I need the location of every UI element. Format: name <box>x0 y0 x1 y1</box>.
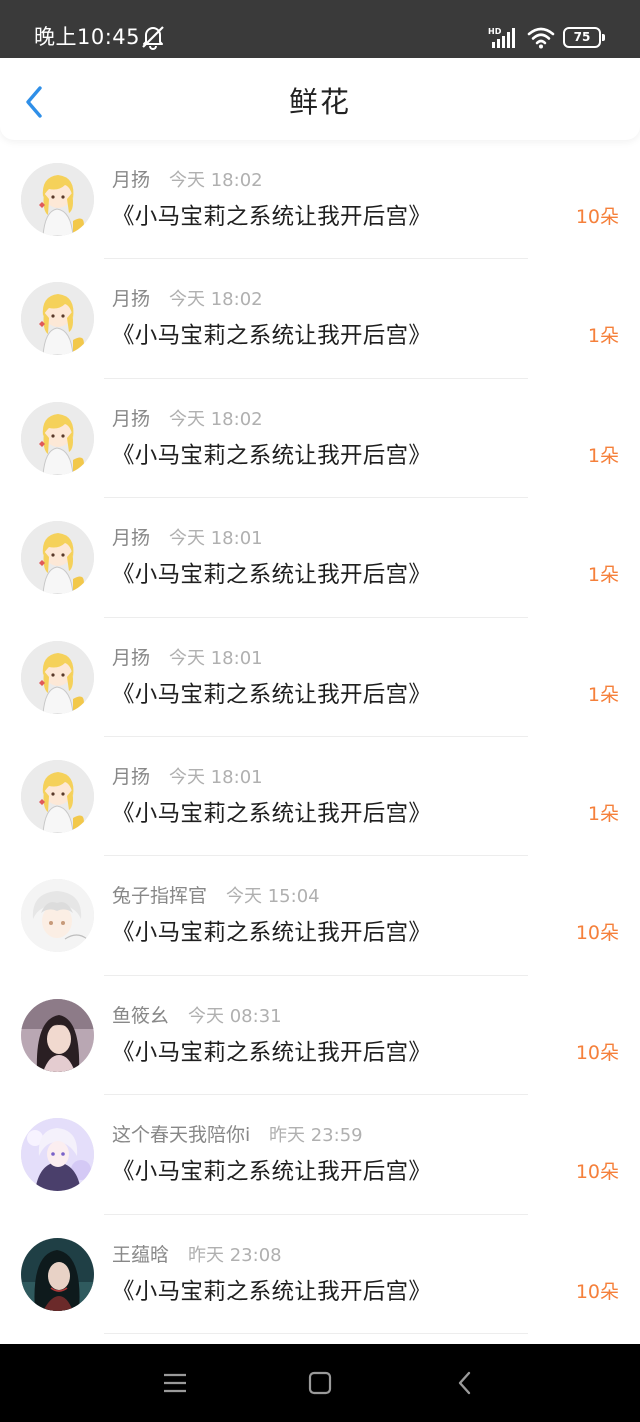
battery-icon: 75 <box>563 27 605 48</box>
timestamp: 今天 18:01 <box>169 766 263 788</box>
timestamp: 今天 18:01 <box>169 528 263 550</box>
avatar[interactable] <box>21 759 94 833</box>
flower-count: 1朵 <box>587 802 619 825</box>
flower-count: 1朵 <box>587 444 619 467</box>
username[interactable]: 王蕴晗 <box>112 1242 169 1268</box>
page-title: 鲜花 <box>288 85 351 119</box>
menu-icon[interactable] <box>161 1370 189 1396</box>
avatar[interactable] <box>21 998 94 1072</box>
list-item[interactable]: 月扬 今天 18:02 《小马宝莉之系统让我开后宫》 1朵 <box>0 259 640 379</box>
list-item[interactable]: 王蕴晗 昨天 23:08 《小马宝莉之系统让我开后宫》 10朵 <box>0 1215 640 1334</box>
flower-count: 1朵 <box>587 325 619 348</box>
nav-bar <box>0 1344 640 1422</box>
book-title[interactable]: 《小马宝莉之系统让我开后宫》 <box>112 560 431 590</box>
timestamp: 昨天 23:59 <box>269 1125 363 1147</box>
battery-level: 75 <box>573 30 591 44</box>
flower-count: 10朵 <box>575 1280 619 1303</box>
status-time: 晚上10:45 <box>34 25 141 49</box>
flower-count: 1朵 <box>587 564 619 587</box>
avatar[interactable] <box>21 401 94 475</box>
flower-count: 1朵 <box>587 683 619 706</box>
divider <box>104 1332 528 1334</box>
book-title[interactable]: 《小马宝莉之系统让我开后宫》 <box>112 918 431 948</box>
list-item[interactable]: 月扬 今天 18:01 《小马宝莉之系统让我开后宫》 1朵 <box>0 498 640 618</box>
wifi-icon <box>527 27 555 49</box>
avatar[interactable] <box>21 163 94 236</box>
timestamp: 今天 08:31 <box>188 1005 282 1027</box>
hd-signal-icon: HD <box>488 27 515 48</box>
username[interactable]: 这个春天我陪你i <box>112 1122 250 1148</box>
list-item[interactable]: 月扬 今天 18:01 《小马宝莉之系统让我开后宫》 1朵 <box>0 618 640 737</box>
timestamp: 今天 15:04 <box>226 886 320 908</box>
list-item[interactable]: 这个春天我陪你i 昨天 23:59 《小马宝莉之系统让我开后宫》 10朵 <box>0 1095 640 1215</box>
book-title[interactable]: 《小马宝莉之系统让我开后宫》 <box>112 202 431 232</box>
list-item[interactable]: 月扬 今天 18:02 《小马宝莉之系统让我开后宫》 1朵 <box>0 379 640 499</box>
timestamp: 昨天 23:08 <box>188 1244 282 1266</box>
avatar[interactable] <box>21 640 94 714</box>
timestamp: 今天 18:02 <box>169 170 263 191</box>
mute-icon <box>142 26 164 50</box>
back-icon[interactable] <box>451 1370 479 1396</box>
username[interactable]: 月扬 <box>112 764 150 790</box>
battery-cap <box>602 34 605 41</box>
avatar[interactable] <box>21 521 94 595</box>
username[interactable]: 兔子指挥官 <box>112 883 207 909</box>
book-title[interactable]: 《小马宝莉之系统让我开后宫》 <box>112 1038 431 1068</box>
book-title[interactable]: 《小马宝莉之系统让我开后宫》 <box>112 680 431 710</box>
username[interactable]: 月扬 <box>112 286 150 312</box>
book-title[interactable]: 《小马宝莉之系统让我开后宫》 <box>112 321 431 351</box>
avatar[interactable] <box>21 282 94 356</box>
timestamp: 今天 18:02 <box>169 408 263 430</box>
timestamp: 今天 18:02 <box>169 289 263 311</box>
header: 鲜花 <box>0 58 640 140</box>
book-title[interactable]: 《小马宝莉之系统让我开后宫》 <box>112 1277 431 1307</box>
timestamp: 今天 18:01 <box>169 647 263 669</box>
list-item[interactable]: 月扬 今天 18:02 《小马宝莉之系统让我开后宫》 10朵 <box>0 140 640 260</box>
username[interactable]: 鱼筱幺 <box>112 1003 169 1029</box>
list-item[interactable]: 月扬 今天 18:01 《小马宝莉之系统让我开后宫》 1朵 <box>0 737 640 857</box>
username[interactable]: 月扬 <box>112 525 150 551</box>
list-item[interactable]: 鱼筱幺 今天 08:31 《小马宝莉之系统让我开后宫》 10朵 <box>0 976 640 1096</box>
avatar[interactable] <box>21 1237 94 1311</box>
flower-count: 10朵 <box>575 1041 619 1064</box>
flower-count: 10朵 <box>575 922 619 945</box>
avatar[interactable] <box>21 1118 94 1192</box>
avatar[interactable] <box>21 879 94 953</box>
username[interactable]: 月扬 <box>112 645 150 671</box>
flower-count: 10朵 <box>575 206 619 228</box>
flower-count: 10朵 <box>575 1161 619 1184</box>
username[interactable]: 月扬 <box>112 167 150 193</box>
book-title[interactable]: 《小马宝莉之系统让我开后宫》 <box>112 441 431 471</box>
book-title[interactable]: 《小马宝莉之系统让我开后宫》 <box>112 799 431 829</box>
list-item[interactable]: 兔子指挥官 今天 15:04 《小马宝莉之系统让我开后宫》 10朵 <box>0 856 640 976</box>
home-icon[interactable] <box>306 1370 334 1396</box>
book-title[interactable]: 《小马宝莉之系统让我开后宫》 <box>112 1157 431 1187</box>
username[interactable]: 月扬 <box>112 406 150 432</box>
status-bar: 晚上10:45 HD 75 <box>0 0 640 58</box>
flower-list[interactable]: 月扬 今天 18:02 《小马宝莉之系统让我开后宫》 10朵 月扬 今天 18:02 《小马… <box>0 140 640 1334</box>
svg-text:HD: HD <box>488 27 502 36</box>
